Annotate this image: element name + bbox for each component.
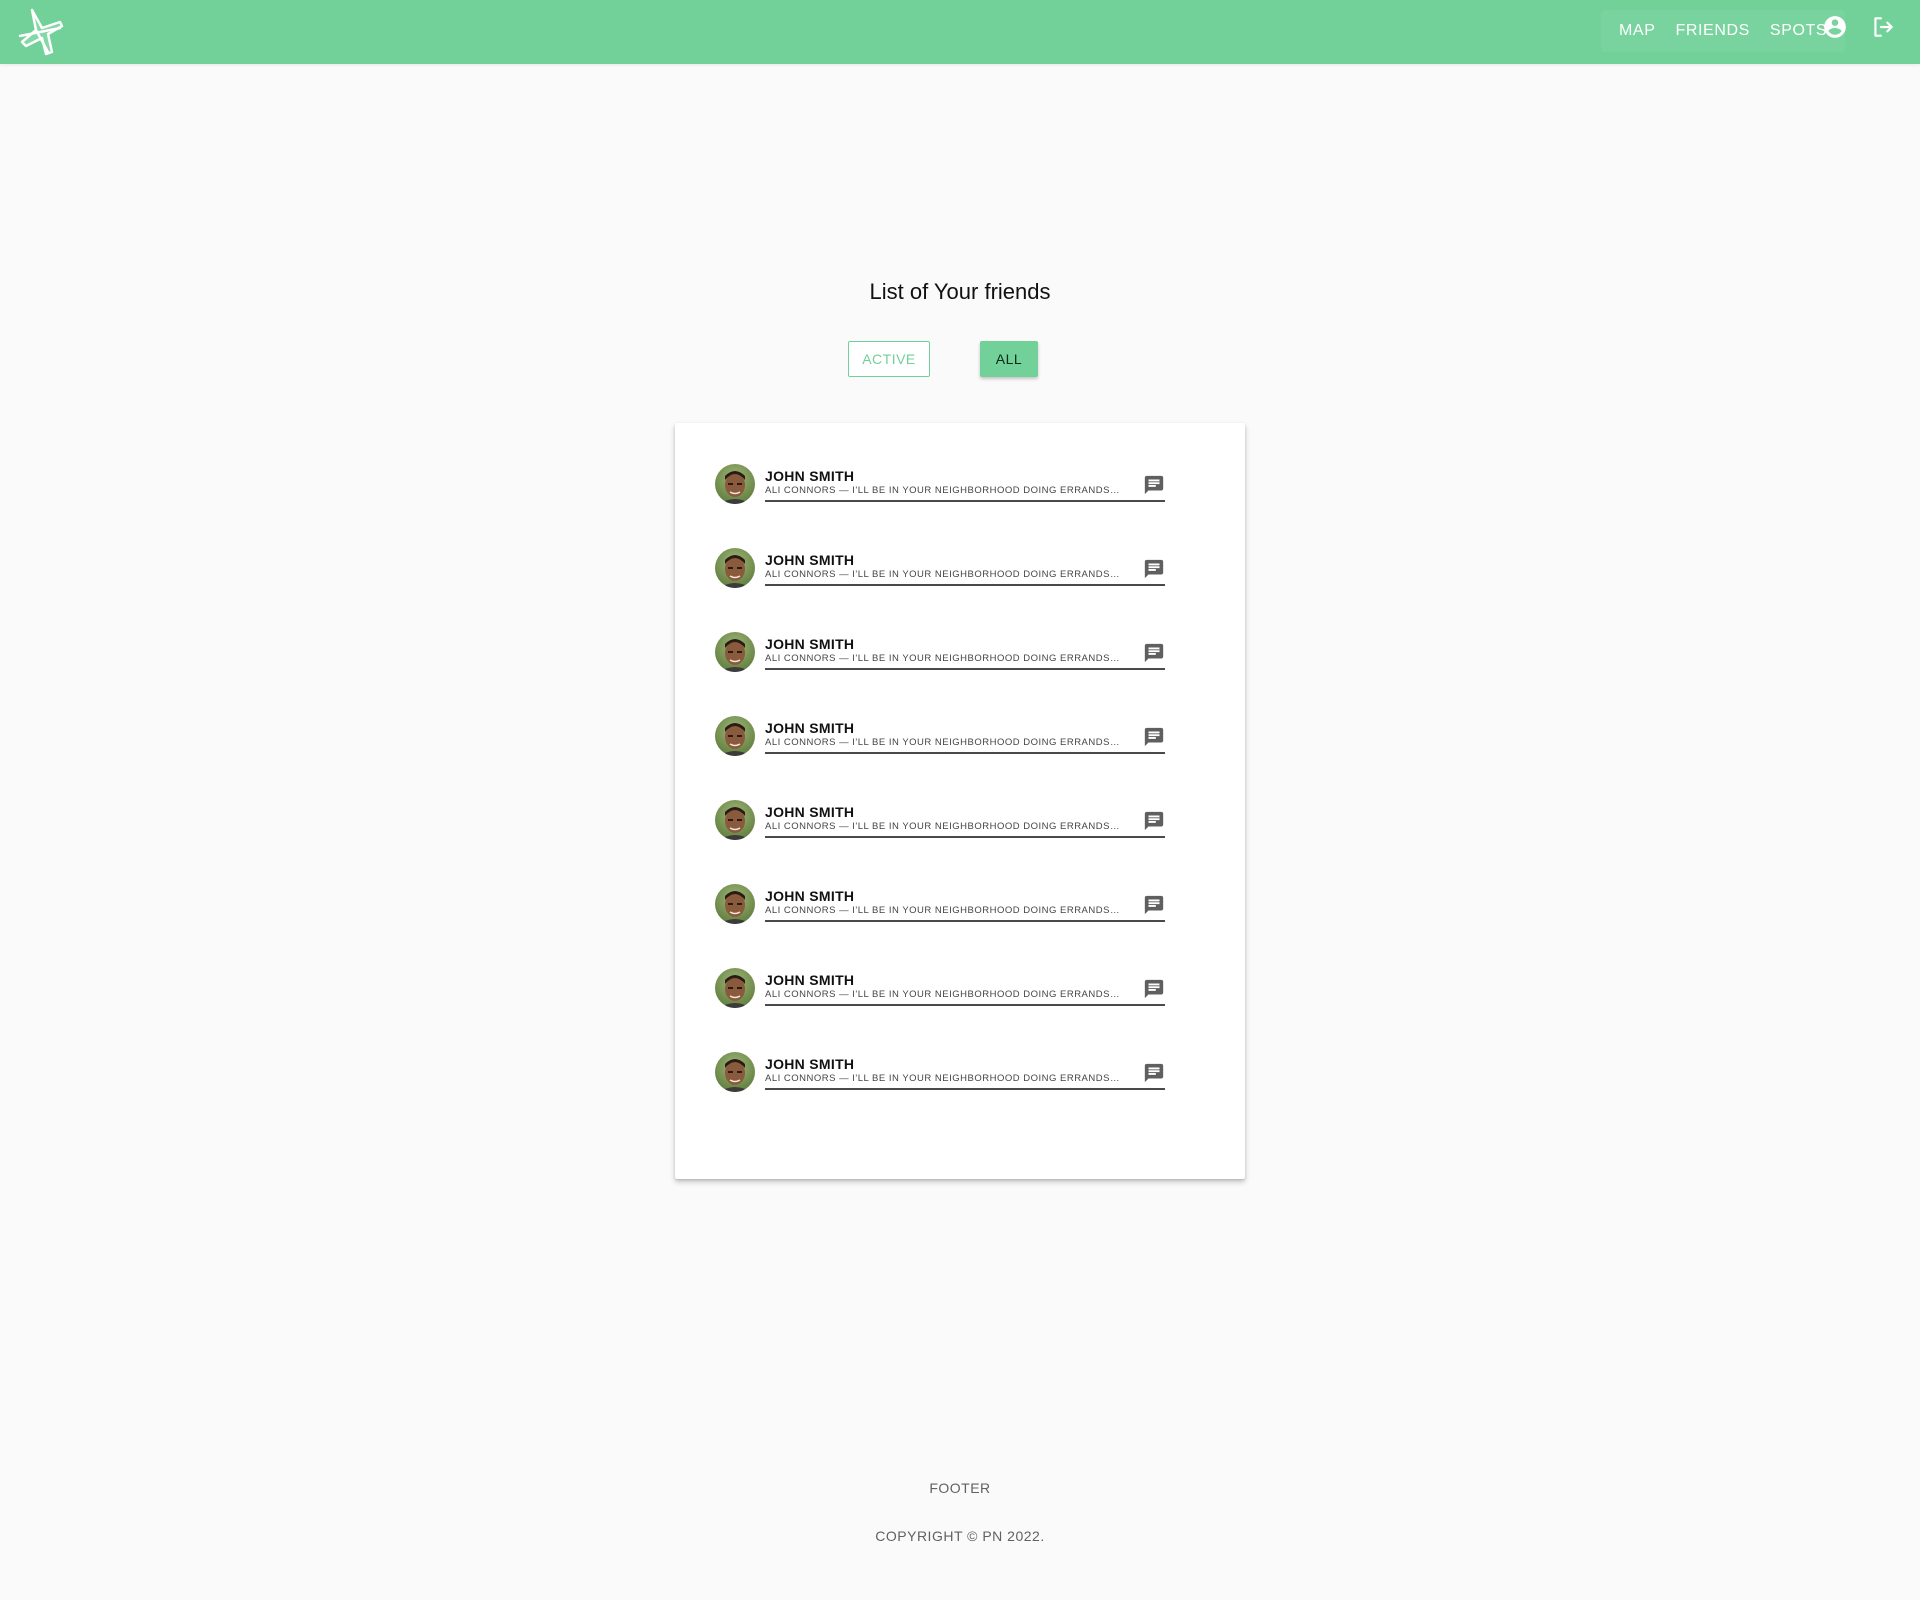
friend-name: JOHN SMITH bbox=[765, 468, 855, 484]
list-item[interactable]: JOHN SMITH ALI CONNORS — I'LL BE IN YOUR… bbox=[715, 1051, 1170, 1135]
list-item-text: JOHN SMITH ALI CONNORS — I'LL BE IN YOUR… bbox=[765, 636, 1165, 670]
account-circle-icon[interactable] bbox=[1822, 14, 1848, 40]
filter-active-button[interactable]: ACTIVE bbox=[848, 341, 930, 377]
avatar bbox=[715, 1052, 755, 1092]
friend-message: ALI CONNORS — I'LL BE IN YOUR NEIGHBORHO… bbox=[765, 653, 1122, 664]
friend-message: ALI CONNORS — I'LL BE IN YOUR NEIGHBORHO… bbox=[765, 569, 1122, 580]
chat-icon[interactable] bbox=[1143, 1062, 1165, 1084]
list-item-text: JOHN SMITH ALI CONNORS — I'LL BE IN YOUR… bbox=[765, 720, 1165, 754]
friend-name: JOHN SMITH bbox=[765, 888, 855, 904]
chat-icon[interactable] bbox=[1143, 978, 1165, 1000]
list-item-text: JOHN SMITH ALI CONNORS — I'LL BE IN YOUR… bbox=[765, 1056, 1165, 1090]
list-item[interactable]: JOHN SMITH ALI CONNORS — I'LL BE IN YOUR… bbox=[715, 799, 1170, 883]
list-item[interactable]: JOHN SMITH ALI CONNORS — I'LL BE IN YOUR… bbox=[715, 883, 1170, 967]
avatar bbox=[715, 464, 755, 504]
chat-icon[interactable] bbox=[1143, 474, 1165, 496]
filter-all-button[interactable]: ALL bbox=[980, 341, 1038, 377]
friend-name: JOHN SMITH bbox=[765, 972, 855, 988]
nav-map[interactable]: MAP bbox=[1609, 10, 1665, 52]
friend-name: JOHN SMITH bbox=[765, 552, 855, 568]
friend-message: ALI CONNORS — I'LL BE IN YOUR NEIGHBORHO… bbox=[765, 1073, 1122, 1084]
list-item[interactable]: JOHN SMITH ALI CONNORS — I'LL BE IN YOUR… bbox=[715, 463, 1170, 547]
logout-icon[interactable] bbox=[1870, 14, 1896, 40]
list-item-text: JOHN SMITH ALI CONNORS — I'LL BE IN YOUR… bbox=[765, 972, 1165, 1006]
chat-icon[interactable] bbox=[1143, 642, 1165, 664]
main-nav: MAP FRIENDS SPOTS bbox=[1601, 10, 1846, 52]
list-item-text: JOHN SMITH ALI CONNORS — I'LL BE IN YOUR… bbox=[765, 804, 1165, 838]
chat-icon[interactable] bbox=[1143, 726, 1165, 748]
nav-friends[interactable]: FRIENDS bbox=[1665, 10, 1759, 52]
list-item-text: JOHN SMITH ALI CONNORS — I'LL BE IN YOUR… bbox=[765, 468, 1165, 502]
list-item[interactable]: JOHN SMITH ALI CONNORS — I'LL BE IN YOUR… bbox=[715, 547, 1170, 631]
chat-icon[interactable] bbox=[1143, 894, 1165, 916]
avatar bbox=[715, 800, 755, 840]
friend-message: ALI CONNORS — I'LL BE IN YOUR NEIGHBORHO… bbox=[765, 905, 1122, 916]
chat-icon[interactable] bbox=[1143, 558, 1165, 580]
friend-name: JOHN SMITH bbox=[765, 720, 855, 736]
app-bar: MAP FRIENDS SPOTS bbox=[0, 0, 1920, 64]
avatar bbox=[715, 716, 755, 756]
page-title: List of Your friends bbox=[869, 279, 1051, 304]
friends-list: JOHN SMITH ALI CONNORS — I'LL BE IN YOUR… bbox=[715, 463, 1170, 1135]
friend-message: ALI CONNORS — I'LL BE IN YOUR NEIGHBORHO… bbox=[765, 989, 1122, 1000]
footer-copyright: COPYRIGHT © PN 2022. bbox=[875, 1528, 1045, 1544]
chat-icon[interactable] bbox=[1143, 810, 1165, 832]
list-item-text: JOHN SMITH ALI CONNORS — I'LL BE IN YOUR… bbox=[765, 888, 1165, 922]
logo-icon[interactable] bbox=[12, 6, 68, 60]
footer-title: FOOTER bbox=[929, 1480, 991, 1496]
friend-name: JOHN SMITH bbox=[765, 804, 855, 820]
list-item[interactable]: JOHN SMITH ALI CONNORS — I'LL BE IN YOUR… bbox=[715, 715, 1170, 799]
avatar bbox=[715, 884, 755, 924]
friends-card: JOHN SMITH ALI CONNORS — I'LL BE IN YOUR… bbox=[675, 423, 1245, 1179]
friend-message: ALI CONNORS — I'LL BE IN YOUR NEIGHBORHO… bbox=[765, 737, 1122, 748]
avatar bbox=[715, 968, 755, 1008]
list-item[interactable]: JOHN SMITH ALI CONNORS — I'LL BE IN YOUR… bbox=[715, 631, 1170, 715]
list-item-text: JOHN SMITH ALI CONNORS — I'LL BE IN YOUR… bbox=[765, 552, 1165, 586]
friend-name: JOHN SMITH bbox=[765, 636, 855, 652]
avatar bbox=[715, 548, 755, 588]
list-item[interactable]: JOHN SMITH ALI CONNORS — I'LL BE IN YOUR… bbox=[715, 967, 1170, 1051]
friend-message: ALI CONNORS — I'LL BE IN YOUR NEIGHBORHO… bbox=[765, 821, 1122, 832]
friend-message: ALI CONNORS — I'LL BE IN YOUR NEIGHBORHO… bbox=[765, 485, 1122, 496]
avatar bbox=[715, 632, 755, 672]
friend-name: JOHN SMITH bbox=[765, 1056, 855, 1072]
